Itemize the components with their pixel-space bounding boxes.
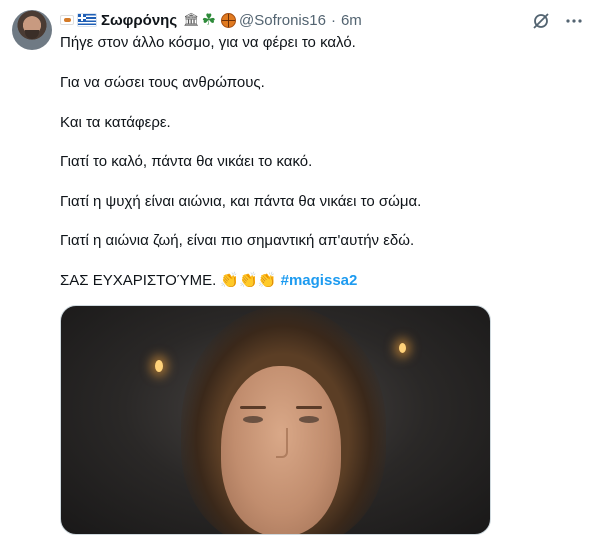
candle-light bbox=[155, 360, 163, 372]
basketball-icon bbox=[221, 12, 237, 28]
tweet-header: Σωφρόνης 🏛 ☘ @Sofronis16 · 6m bbox=[60, 9, 362, 31]
tweet-line: Γιατί η ψυχή είναι αιώνια, και πάντα θα … bbox=[60, 193, 422, 210]
clapping-hands-icon: 👏👏👏 bbox=[220, 272, 277, 289]
hashtag-link[interactable]: #magissa2 bbox=[281, 272, 358, 289]
display-name[interactable]: Σωφρόνης bbox=[101, 12, 177, 29]
avatar[interactable] bbox=[12, 10, 52, 50]
tweet-line-last: ΣΑΣ ΕΥΧΑΡΙΣΤΟΎΜΕ. 👏👏👏 #magissa2 bbox=[60, 271, 357, 291]
tweet-line: Για να σώσει τους ανθρώπους. bbox=[60, 74, 265, 91]
tweet-image[interactable] bbox=[60, 305, 491, 535]
tweet-line: Και τα κατάφερε. bbox=[60, 114, 171, 131]
tweet-line: Πήγε στον άλλο κόσμο, για να φέρει το κα… bbox=[60, 34, 356, 51]
shamrock-icon: ☘ bbox=[201, 12, 217, 29]
tweet-line: Γιατί η αιώνια ζωή, είναι πιο σημαντική … bbox=[60, 232, 415, 249]
bank-icon: 🏛 bbox=[183, 12, 200, 27]
more-icon[interactable] bbox=[564, 11, 584, 31]
candle-light bbox=[399, 343, 406, 353]
separator-dot: · bbox=[330, 11, 336, 29]
greek-flag-icon bbox=[77, 13, 97, 27]
face bbox=[221, 366, 341, 534]
cyprus-flag-icon bbox=[60, 15, 74, 25]
grok-icon[interactable] bbox=[531, 11, 551, 31]
user-handle[interactable]: @Sofronis16 bbox=[239, 12, 326, 29]
thanks-text: ΣΑΣ ΕΥΧΑΡΙΣΤΟΎΜΕ. bbox=[60, 272, 217, 289]
timestamp[interactable]: 6m bbox=[341, 12, 362, 29]
tweet-line: Γιατί το καλό, πάντα θα νικάει το κακό. bbox=[60, 153, 313, 170]
